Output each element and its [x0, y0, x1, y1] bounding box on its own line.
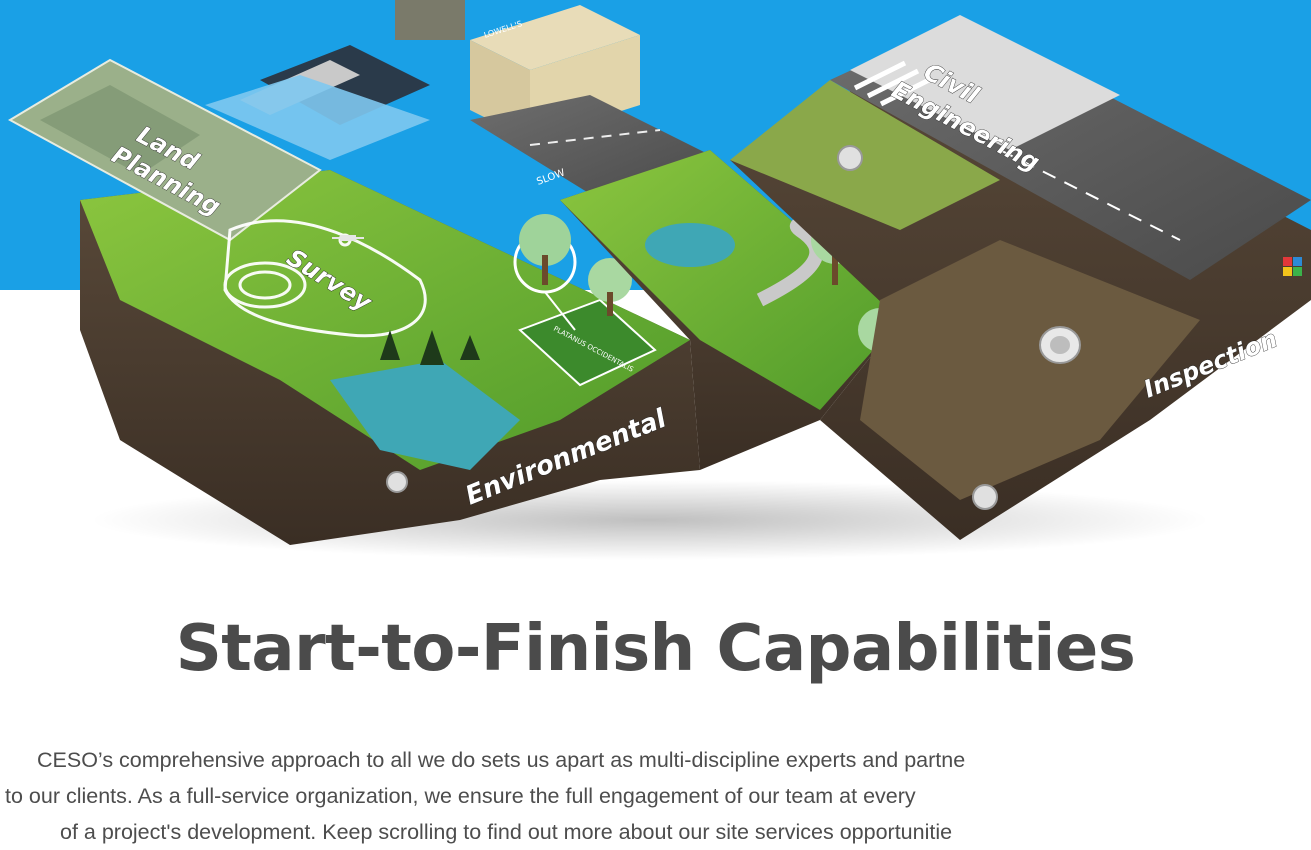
- pipe-icon: [1039, 326, 1081, 364]
- site-services-diorama: Land Planning Survey Environmental Civil…: [7, 0, 1311, 560]
- intro-line: to our clients. As a full-service organi…: [5, 784, 916, 808]
- road-sign-slow: SLOW: [535, 167, 566, 187]
- intro-line: CESO’s comprehensive approach to all we …: [37, 748, 966, 772]
- intro-line: of a project's development. Keep scrolli…: [60, 820, 953, 844]
- hero-illustration: Land Planning Survey Environmental Civil…: [0, 0, 1311, 560]
- park-pond: [645, 223, 735, 267]
- page-title: Start-to-Finish Capabilities: [175, 612, 1136, 686]
